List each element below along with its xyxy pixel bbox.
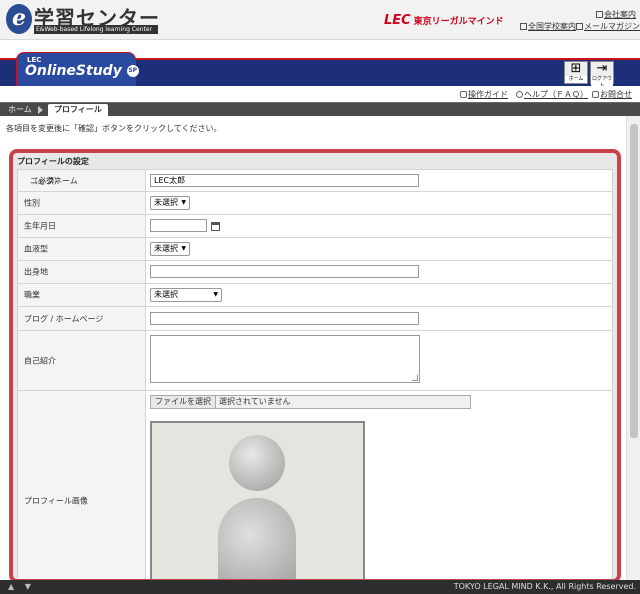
blood-type-row: 血液型 未選択 ▼ <box>17 238 613 261</box>
self-intro-row: 自己紹介 <box>17 331 613 391</box>
site-logo-icon[interactable]: e <box>6 4 32 34</box>
nickname-row: ニックネーム （必須） LEC太郎 <box>17 169 613 192</box>
breadcrumb: ホーム プロフィール <box>0 102 640 117</box>
occupation-select[interactable]: 未選択 ▼ <box>150 288 222 302</box>
blog-input[interactable] <box>150 312 419 325</box>
lec-mark: LEC <box>384 13 411 28</box>
choose-file-button[interactable]: ファイルを選択 <box>151 396 216 408</box>
gender-row: 性別 未選択 ▼ <box>17 192 613 215</box>
home-icon: ⊞ <box>570 61 582 76</box>
hometown-row: 出身地 <box>17 261 613 284</box>
school-guide-link[interactable]: 全国学校案内 <box>520 21 576 32</box>
calendar-icon[interactable] <box>211 222 220 231</box>
required-mark: （必須） <box>30 176 62 185</box>
chevron-down-icon: ▼ <box>181 245 186 252</box>
blood-type-select[interactable]: 未選択 ▼ <box>150 242 190 256</box>
home-button[interactable]: ⊞ ホーム <box>564 61 588 84</box>
map-icon <box>520 23 527 30</box>
self-intro-textarea[interactable] <box>150 335 420 383</box>
birthday-label: 生年月日 <box>24 221 56 231</box>
file-status: 選択されていません <box>219 397 291 406</box>
birthday-input[interactable] <box>150 219 207 232</box>
scroll-arrows-icon[interactable]: ▲ ▼ <box>8 582 35 591</box>
copyright-text: TOKYO LEGAL MIND K.K., All Rights Reserv… <box>453 582 636 591</box>
gender-label: 性別 <box>24 198 40 208</box>
faq-link[interactable]: ヘルプ（ＦＡＱ） <box>516 89 588 100</box>
profile-image-label: プロフィール画像 <box>24 496 88 505</box>
logout-button[interactable]: ⇥ ログアウト <box>590 61 614 90</box>
scrollbar-thumb[interactable] <box>630 124 638 438</box>
mail-icon <box>592 91 599 98</box>
site-header: e 学習センター E&Web-based Lifelong learning C… <box>0 0 640 40</box>
lec-brand-logo[interactable]: LEC 東京リーガルマインド <box>384 13 504 28</box>
help-links-bar: 操作ガイド ヘルプ（ＦＡＱ） お問合せ <box>0 86 640 102</box>
avatar-placeholder-body <box>218 498 296 579</box>
breadcrumb-current: プロフィール <box>48 104 108 117</box>
help-icon <box>516 91 523 98</box>
mail-magazine-link[interactable]: メールマガジン <box>576 21 640 32</box>
blog-row: ブログ / ホームページ <box>17 307 613 331</box>
mail-icon <box>576 23 583 30</box>
footer: ▲ ▼ TOKYO LEGAL MIND K.K., All Rights Re… <box>0 580 640 594</box>
profile-image-row: プロフィール画像 ファイルを選択 選択されていません <box>17 391 613 579</box>
occupation-row: 職業 未選択 ▼ <box>17 284 613 307</box>
profile-image-preview <box>150 421 365 579</box>
building-icon <box>596 11 603 18</box>
profile-settings-panel: プロフィールの設定 ニックネーム （必須） LEC太郎 性別 未選択 ▼ 生年月日… <box>9 149 621 583</box>
book-icon <box>460 91 467 98</box>
company-info-link[interactable]: 会社案内 <box>596 9 636 20</box>
online-study-name: OnlineStudy <box>25 63 122 79</box>
blog-label: ブログ / ホームページ <box>24 314 104 323</box>
birthday-row: 生年月日 <box>17 215 613 238</box>
hometown-input[interactable] <box>150 265 419 278</box>
nickname-input[interactable]: LEC太郎 <box>150 174 419 187</box>
online-study-logo[interactable]: LEC OnlineStudy SP <box>16 52 139 86</box>
file-input[interactable]: ファイルを選択 選択されていません <box>150 395 471 409</box>
operation-guide-link[interactable]: 操作ガイド <box>460 89 508 100</box>
hometown-label: 出身地 <box>24 267 48 277</box>
contact-link[interactable]: お問合せ <box>592 89 632 100</box>
avatar-placeholder-head <box>229 435 285 491</box>
gender-select[interactable]: 未選択 ▼ <box>150 196 190 210</box>
chevron-down-icon: ▼ <box>213 291 218 298</box>
blood-type-label: 血液型 <box>24 244 48 254</box>
sp-badge: SP <box>126 65 139 77</box>
logout-icon: ⇥ <box>596 61 608 76</box>
instruction-text: 各項目を変更後に「確認」ボタンをクリックしてください。 <box>6 124 222 133</box>
online-study-bar: LEC OnlineStudy SP ⊞ ホーム ⇥ ログアウト <box>0 40 640 90</box>
chevron-down-icon: ▼ <box>181 199 186 206</box>
breadcrumb-home-link[interactable]: ホーム <box>8 104 32 115</box>
breadcrumb-arrow-icon <box>38 106 43 114</box>
lec-brand-name: 東京リーガルマインド <box>413 17 504 27</box>
vertical-scrollbar[interactable] <box>626 116 640 580</box>
site-subtitle: E&Web-based Lifelong learning Center <box>34 25 158 34</box>
section-title: プロフィールの設定 <box>17 157 89 166</box>
self-intro-label: 自己紹介 <box>24 356 56 365</box>
occupation-label: 職業 <box>24 290 40 300</box>
profile-form: ニックネーム （必須） LEC太郎 性別 未選択 ▼ 生年月日 血液型 未選択 ▼ … <box>17 169 613 579</box>
